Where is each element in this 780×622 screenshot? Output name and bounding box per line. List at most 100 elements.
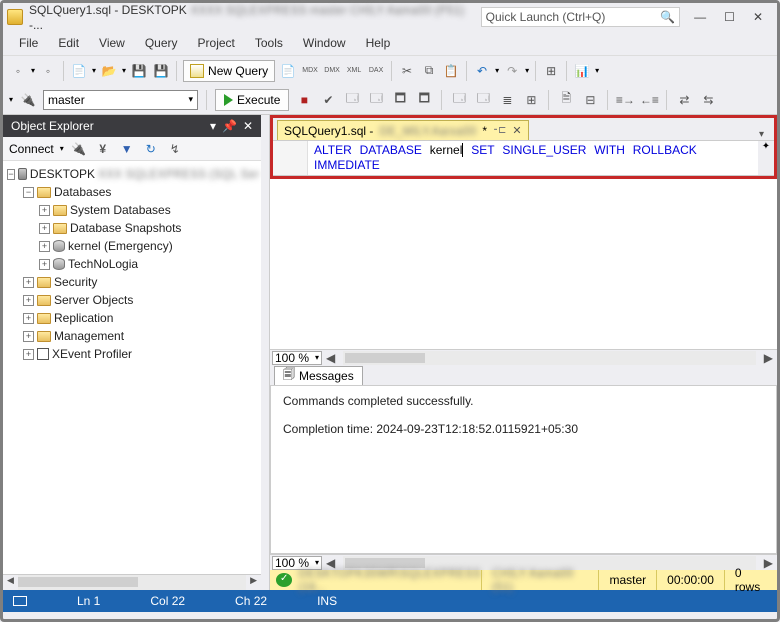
dropdown-icon[interactable]: ▾ <box>210 119 216 133</box>
expand-icon[interactable]: + <box>23 349 34 360</box>
management-node[interactable]: + Management <box>5 327 259 345</box>
outdent-button[interactable]: ←≡ <box>640 91 658 109</box>
splitter[interactable] <box>261 115 270 590</box>
results-file-button[interactable]: 🗎 <box>557 91 575 109</box>
editor-scrollbar-h[interactable] <box>343 351 756 365</box>
messages-tab[interactable]: 🗐 Messages <box>274 366 363 385</box>
as-xmla-button[interactable]: XML <box>345 62 363 80</box>
stop-button[interactable]: ■ <box>295 91 313 109</box>
pin-tab-icon[interactable]: ⁃⊏ <box>493 125 506 136</box>
expand-icon[interactable]: + <box>23 313 34 324</box>
replication-node[interactable]: + Replication <box>5 309 259 327</box>
expand-icon[interactable]: + <box>39 259 50 270</box>
new-project-button[interactable]: 📄 <box>70 62 88 80</box>
server-objects-node[interactable]: + Server Objects <box>5 291 259 309</box>
navigate-fwd-button[interactable]: ◦ <box>39 62 57 80</box>
technologia-database-node[interactable]: + TechNoLogia <box>5 255 259 273</box>
query-options-button[interactable]: 🗔 <box>367 91 385 109</box>
expand-icon[interactable]: + <box>39 205 50 216</box>
menu-query[interactable]: Query <box>137 34 186 52</box>
menu-file[interactable]: File <box>11 34 46 52</box>
scroll-right-icon[interactable]: ▶ <box>760 351 777 365</box>
as-dmx-button[interactable]: DMX <box>323 62 341 80</box>
scroll-left-icon[interactable]: ◀ <box>322 351 339 365</box>
status-ch: Ch 22 <box>235 594 267 608</box>
parse-button[interactable]: ✔ <box>319 91 337 109</box>
navigate-back-button[interactable]: ◦ <box>9 62 27 80</box>
results-text-button[interactable]: ≣ <box>498 91 516 109</box>
sql-document-tab[interactable]: SQLQuery1.sql - DE_MILY.Aarxa00 * ⁃⊏ ✕ <box>277 120 529 140</box>
sql-editor[interactable]: ALTER DATABASE kernel SET SINGLE_USER WI… <box>273 140 774 176</box>
close-tab-icon[interactable]: ✕ <box>512 124 521 137</box>
quick-launch-input[interactable]: Quick Launch (Ctrl+Q) 🔍 <box>481 7 681 27</box>
expand-icon[interactable]: + <box>39 223 50 234</box>
copy-button[interactable]: ⧉ <box>420 62 438 80</box>
paste-button[interactable]: 📋 <box>442 62 460 80</box>
menu-project[interactable]: Project <box>190 34 243 52</box>
indent-button[interactable]: ≡→ <box>616 91 634 109</box>
collapse-icon[interactable]: − <box>7 169 15 180</box>
execute-button[interactable]: Execute <box>215 89 289 111</box>
as-mdx-button[interactable]: MDX <box>301 62 319 80</box>
results-grid-button[interactable]: ⊞ <box>522 91 540 109</box>
messages-output[interactable]: Commands completed successfully. Complet… <box>270 385 777 554</box>
pin-icon[interactable]: 📌 <box>222 119 237 133</box>
specify-values-button[interactable]: ⇄ <box>675 91 693 109</box>
editor-whitespace[interactable] <box>270 179 777 349</box>
oe-scrollbar-h[interactable]: ◀ ▶ <box>3 574 261 590</box>
as-dax-button[interactable]: DAX <box>367 62 385 80</box>
collapse-icon[interactable]: − <box>23 187 34 198</box>
refresh-button[interactable]: ↻ <box>142 140 160 158</box>
kernel-database-node[interactable]: + kernel (Emergency) <box>5 237 259 255</box>
cut-button[interactable]: ✂ <box>398 62 416 80</box>
connect-dropdown-icon[interactable]: ▾ <box>60 144 64 153</box>
comment-button[interactable]: ⊟ <box>581 91 599 109</box>
zoom-combo[interactable]: 100 %▾ <box>272 351 322 365</box>
system-databases-node[interactable]: + System Databases <box>5 201 259 219</box>
editor-scrollbar-v[interactable]: ✦ <box>758 141 774 175</box>
disconnect-button[interactable]: 🔌 <box>70 140 88 158</box>
database-snapshots-node[interactable]: + Database Snapshots <box>5 219 259 237</box>
sync-button[interactable]: ↯ <box>166 140 184 158</box>
close-panel-icon[interactable]: ✕ <box>243 119 253 133</box>
xevent-profiler-node[interactable]: + XEvent Profiler <box>5 345 259 363</box>
menu-edit[interactable]: Edit <box>50 34 87 52</box>
client-stats-button[interactable]: 🗔 <box>474 91 492 109</box>
connect-button[interactable]: Connect <box>9 142 54 156</box>
close-button[interactable]: ✕ <box>753 10 763 24</box>
undo-button[interactable]: ↶ <box>473 62 491 80</box>
save-button[interactable]: 💾 <box>130 62 148 80</box>
filter-button[interactable]: ▼ <box>118 140 136 158</box>
minimize-button[interactable]: — <box>694 10 706 24</box>
server-node[interactable]: − DESKTOPK XXX SQLEXPRESS (SQL Ser <box>5 165 259 183</box>
change-connection-button[interactable]: 🔌 <box>19 91 37 109</box>
object-explorer-tree[interactable]: − DESKTOPK XXX SQLEXPRESS (SQL Ser − Dat… <box>3 161 261 574</box>
new-query-button[interactable]: New Query <box>183 60 275 82</box>
expand-icon[interactable]: + <box>23 277 34 288</box>
menu-tools[interactable]: Tools <box>247 34 291 52</box>
expand-icon[interactable]: + <box>39 241 50 252</box>
menu-view[interactable]: View <box>91 34 133 52</box>
security-node[interactable]: + Security <box>5 273 259 291</box>
tab-overflow-icon[interactable]: ▾ <box>753 129 770 140</box>
maximize-button[interactable]: ☐ <box>724 10 735 24</box>
expand-icon[interactable]: + <box>23 331 34 342</box>
live-stats-button[interactable]: 🗔 <box>450 91 468 109</box>
code-area[interactable]: ALTER DATABASE kernel SET SINGLE_USER WI… <box>308 141 758 175</box>
display-plan-button[interactable]: 🗔 <box>343 91 361 109</box>
include-plan-button[interactable]: 🗖 <box>415 91 433 109</box>
intellisense-button[interactable]: 🗖 <box>391 91 409 109</box>
stop-oe-button[interactable]: ¥ <box>94 140 112 158</box>
expand-icon[interactable]: + <box>23 295 34 306</box>
db-engine-query-button[interactable]: 📄 <box>279 62 297 80</box>
save-all-button[interactable]: 💾 <box>152 62 170 80</box>
activity-monitor-button[interactable]: 📊 <box>573 62 591 80</box>
menu-help[interactable]: Help <box>358 34 399 52</box>
menu-window[interactable]: Window <box>295 34 354 52</box>
properties-button[interactable]: ⊞ <box>542 62 560 80</box>
databases-node[interactable]: − Databases <box>5 183 259 201</box>
redo-button[interactable]: ↷ <box>503 62 521 80</box>
sqlcmd-button[interactable]: ⇆ <box>699 91 717 109</box>
open-button[interactable]: 📂 <box>100 62 118 80</box>
database-combo[interactable]: master ▾ <box>43 90 198 110</box>
